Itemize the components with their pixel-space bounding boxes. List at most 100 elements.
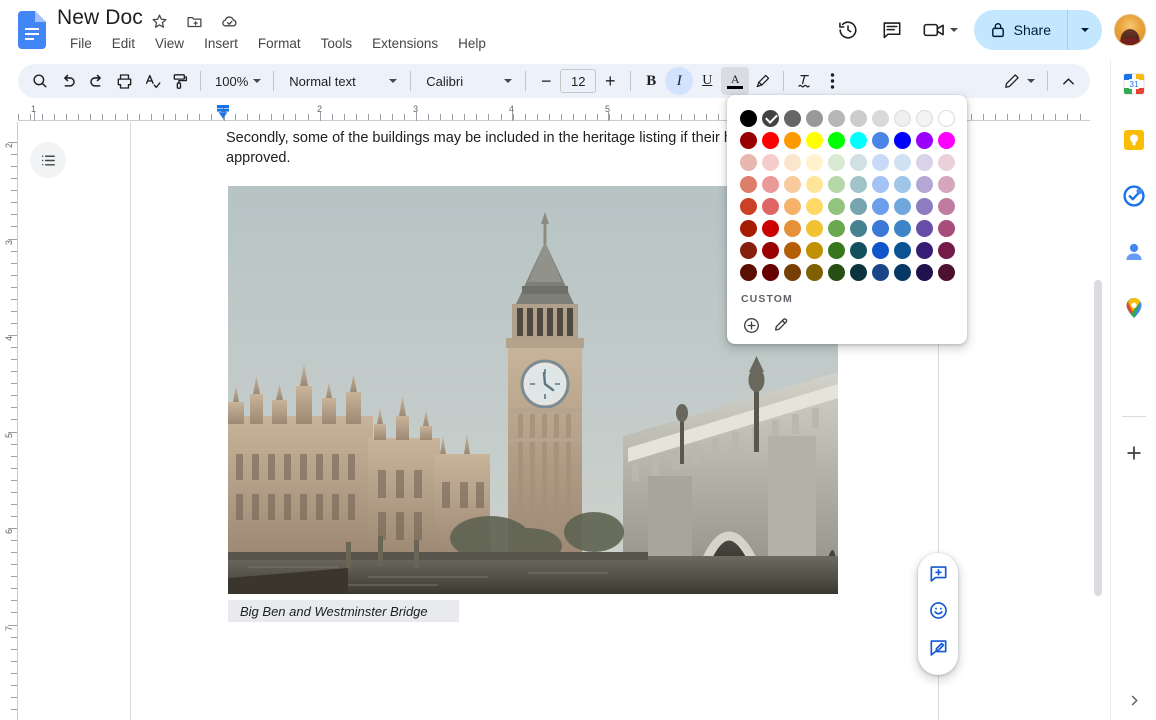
eyedropper-icon[interactable]	[768, 312, 794, 338]
color-swatch[interactable]	[891, 129, 913, 151]
color-swatch[interactable]	[847, 173, 869, 195]
vertical-scrollbar-thumb[interactable]	[1094, 280, 1102, 596]
spellcheck-icon[interactable]	[138, 67, 166, 95]
color-swatch[interactable]	[803, 129, 825, 151]
collapse-toolbar-icon[interactable]	[1054, 67, 1082, 95]
zoom-dropdown[interactable]: 100%	[207, 68, 267, 94]
bold-button[interactable]: B	[637, 67, 665, 95]
color-swatch[interactable]	[803, 151, 825, 173]
increase-font-size-button[interactable]: +	[596, 67, 624, 95]
color-swatch[interactable]	[913, 195, 935, 217]
color-swatch[interactable]	[803, 173, 825, 195]
color-swatch[interactable]	[935, 151, 957, 173]
color-swatch-grid[interactable]	[727, 107, 967, 283]
google-keep-icon[interactable]	[1122, 128, 1146, 152]
color-swatch[interactable]	[935, 173, 957, 195]
color-swatch[interactable]	[781, 239, 803, 261]
menu-help[interactable]: Help	[448, 33, 496, 54]
decrease-font-size-button[interactable]: −	[532, 67, 560, 95]
color-swatch[interactable]	[847, 261, 869, 283]
color-swatch[interactable]	[781, 195, 803, 217]
color-swatch[interactable]	[737, 261, 759, 283]
share-button[interactable]: Share	[973, 10, 1102, 50]
menu-insert[interactable]: Insert	[194, 33, 248, 54]
color-swatch[interactable]	[869, 217, 891, 239]
color-swatch[interactable]	[869, 173, 891, 195]
vertical-ruler[interactable]: 2345678	[0, 122, 18, 720]
menu-extensions[interactable]: Extensions	[362, 33, 448, 54]
emoji-reaction-icon[interactable]	[923, 595, 953, 625]
color-swatch[interactable]	[759, 151, 781, 173]
color-swatch[interactable]	[891, 173, 913, 195]
color-swatch[interactable]	[913, 217, 935, 239]
color-swatch[interactable]	[825, 129, 847, 151]
color-swatch[interactable]	[737, 107, 759, 129]
paragraph-style-dropdown[interactable]: Normal text	[280, 68, 404, 94]
color-swatch[interactable]	[935, 129, 957, 151]
expand-side-panel-icon[interactable]	[1122, 688, 1146, 712]
color-swatch[interactable]	[891, 239, 913, 261]
color-swatch[interactable]	[935, 261, 957, 283]
text-color-button[interactable]: A	[721, 67, 750, 95]
color-swatch[interactable]	[869, 261, 891, 283]
color-swatch[interactable]	[737, 173, 759, 195]
color-swatch[interactable]	[825, 261, 847, 283]
color-swatch[interactable]	[737, 195, 759, 217]
color-swatch[interactable]	[759, 239, 781, 261]
italic-button[interactable]: I	[665, 67, 694, 95]
color-swatch[interactable]	[847, 195, 869, 217]
color-swatch[interactable]	[825, 107, 847, 129]
cloud-saved-icon[interactable]	[218, 10, 240, 32]
share-main[interactable]: Share	[974, 10, 1067, 50]
color-swatch[interactable]	[869, 239, 891, 261]
color-swatch[interactable]	[913, 129, 935, 151]
menu-edit[interactable]: Edit	[102, 33, 145, 54]
color-swatch[interactable]	[847, 151, 869, 173]
move-to-folder-icon[interactable]	[183, 10, 205, 32]
document-title[interactable]: New Doc	[57, 6, 143, 30]
color-swatch[interactable]	[869, 195, 891, 217]
color-swatch[interactable]	[869, 151, 891, 173]
suggest-edit-icon[interactable]	[923, 632, 953, 662]
color-swatch[interactable]	[803, 217, 825, 239]
paint-format-icon[interactable]	[166, 67, 194, 95]
color-swatch[interactable]	[825, 195, 847, 217]
color-swatch[interactable]	[781, 151, 803, 173]
color-swatch[interactable]	[825, 151, 847, 173]
image-caption[interactable]: Big Ben and Westminster Bridge	[228, 600, 459, 622]
menu-file[interactable]: File	[60, 33, 102, 54]
color-swatch[interactable]	[913, 107, 935, 129]
color-swatch[interactable]	[891, 217, 913, 239]
color-swatch[interactable]	[935, 107, 957, 129]
menu-tools[interactable]: Tools	[311, 33, 363, 54]
underline-button[interactable]: U	[693, 67, 721, 95]
color-swatch[interactable]	[781, 261, 803, 283]
color-swatch[interactable]	[869, 129, 891, 151]
color-swatch[interactable]	[847, 129, 869, 151]
undo-icon[interactable]	[54, 67, 82, 95]
color-swatch[interactable]	[737, 129, 759, 151]
color-swatch[interactable]	[803, 107, 825, 129]
google-meet-button[interactable]	[914, 10, 966, 50]
color-swatch[interactable]	[935, 195, 957, 217]
document-outline-icon[interactable]	[30, 142, 66, 178]
color-swatch[interactable]	[913, 173, 935, 195]
text-color-palette-popup[interactable]: CUSTOM	[727, 95, 967, 344]
google-docs-logo-icon[interactable]	[18, 11, 46, 49]
menu-view[interactable]: View	[145, 33, 194, 54]
print-icon[interactable]	[110, 67, 138, 95]
redo-icon[interactable]	[82, 67, 110, 95]
color-swatch[interactable]	[759, 261, 781, 283]
color-swatch[interactable]	[803, 239, 825, 261]
editing-mode-button[interactable]	[995, 68, 1041, 94]
color-swatch[interactable]	[759, 107, 781, 129]
menu-format[interactable]: Format	[248, 33, 311, 54]
color-swatch[interactable]	[891, 195, 913, 217]
color-swatch[interactable]	[935, 239, 957, 261]
color-swatch[interactable]	[869, 107, 891, 129]
version-history-icon[interactable]	[826, 8, 870, 52]
font-family-dropdown[interactable]: Calibri	[417, 68, 519, 94]
color-swatch[interactable]	[803, 195, 825, 217]
color-swatch[interactable]	[737, 239, 759, 261]
color-swatch[interactable]	[781, 217, 803, 239]
